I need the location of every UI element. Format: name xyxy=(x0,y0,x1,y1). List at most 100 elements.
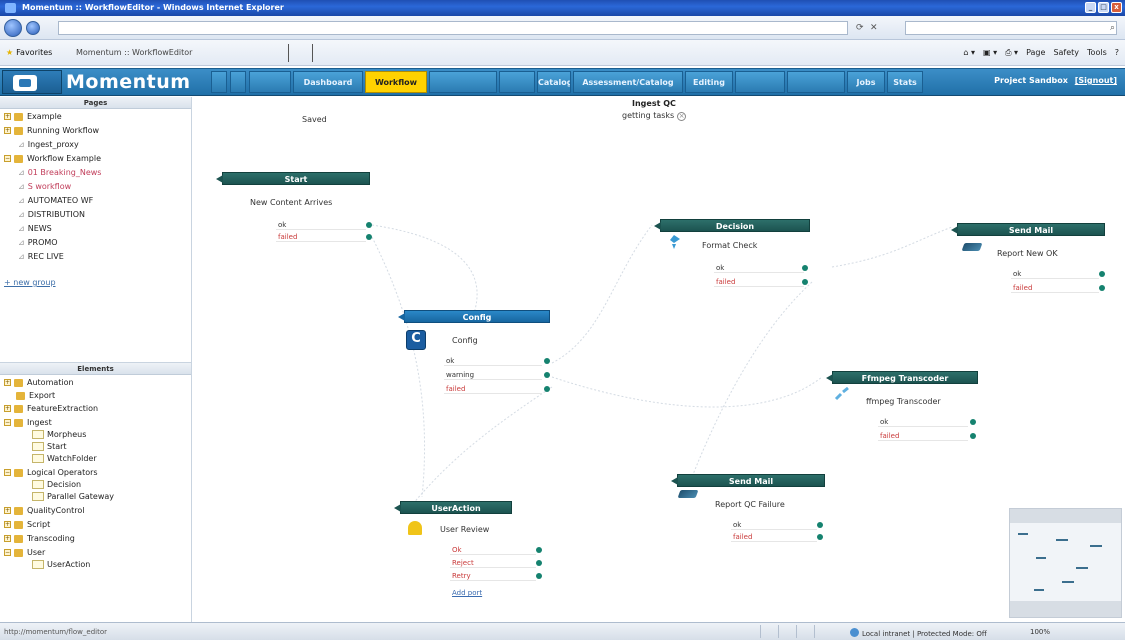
home-icon[interactable]: ⌂ ▾ xyxy=(963,48,975,58)
search-input[interactable] xyxy=(905,21,1117,35)
tree-page-promo[interactable]: ⊿ PROMO xyxy=(18,237,58,249)
node-ffmpeg-transcoder[interactable]: Ffmpeg Transcoder ffmpeg Transcoder ok f… xyxy=(826,371,978,446)
zoom-level[interactable]: 100% xyxy=(1030,628,1050,636)
momentum-logo[interactable] xyxy=(2,70,62,94)
port-connector[interactable] xyxy=(544,386,550,392)
help-icon[interactable]: ? xyxy=(1115,48,1119,58)
port-connector[interactable] xyxy=(536,547,542,553)
port-ok[interactable]: ok xyxy=(878,417,968,427)
collapse-icon[interactable]: − xyxy=(4,549,11,556)
port-connector[interactable] xyxy=(366,234,372,240)
node-header[interactable]: Decision xyxy=(654,219,810,232)
close-icon[interactable]: x xyxy=(1111,2,1122,13)
element-group-ingest[interactable]: − Ingest xyxy=(4,417,52,429)
expand-icon[interactable]: + xyxy=(4,507,11,514)
port-connector[interactable] xyxy=(802,279,808,285)
port-ok[interactable]: Ok xyxy=(450,545,536,555)
tree-page-ingest-proxy[interactable]: ⊿ Ingest_proxy xyxy=(18,139,79,151)
port-failed[interactable]: failed xyxy=(731,532,817,542)
port-ok[interactable]: ok xyxy=(1011,269,1099,279)
nav-button-blank[interactable] xyxy=(735,71,785,93)
port-ok[interactable]: ok xyxy=(444,356,542,366)
node-decision[interactable]: Decision Format Check ok failed xyxy=(654,219,810,294)
stop-icon[interactable]: ✕ xyxy=(870,23,878,33)
tab-catalog[interactable]: Catalog xyxy=(537,71,571,93)
tree-page-automated-wf[interactable]: ⊿ AUTOMATEO WF xyxy=(18,195,93,207)
node-header[interactable]: UserAction xyxy=(394,501,512,514)
tree-page-breaking-news[interactable]: ⊿ 01 Breaking_News xyxy=(18,167,101,179)
node-config[interactable]: Config C Config ok warning failed xyxy=(398,310,550,400)
port-connector[interactable] xyxy=(970,433,976,439)
port-failed[interactable]: failed xyxy=(714,277,804,287)
tab-assessment-catalog[interactable]: Assessment/Catalog xyxy=(573,71,683,93)
node-send-mail-ok[interactable]: Send Mail Report New OK ok failed xyxy=(951,223,1105,298)
element-group-logical-operators[interactable]: − Logical Operators xyxy=(4,467,98,479)
port-failed[interactable]: failed xyxy=(1011,283,1099,293)
port-ok[interactable]: ok xyxy=(731,520,817,530)
nav-button-blank[interactable] xyxy=(429,71,497,93)
port-connector[interactable] xyxy=(1099,285,1105,291)
port-ok[interactable]: ok xyxy=(276,220,366,230)
tab-workflow[interactable]: Workflow xyxy=(365,71,427,93)
forward-icon[interactable] xyxy=(26,21,40,35)
expand-icon[interactable]: + xyxy=(4,113,11,120)
refresh-icon[interactable]: ⟳ xyxy=(856,23,864,33)
collapse-icon[interactable]: − xyxy=(4,419,11,426)
nav-button-blank[interactable] xyxy=(499,71,535,93)
port-failed[interactable]: failed xyxy=(878,431,968,441)
nav-button-blank[interactable] xyxy=(787,71,845,93)
add-port-link[interactable]: Add port xyxy=(452,589,482,597)
element-group-quality-control[interactable]: + QualityControl xyxy=(4,505,85,517)
canvas-minimap[interactable] xyxy=(1009,508,1122,618)
port-connector[interactable] xyxy=(544,358,550,364)
port-warning[interactable]: warning xyxy=(444,370,542,380)
expand-icon[interactable]: + xyxy=(4,521,11,528)
element-morpheus[interactable]: Morpheus xyxy=(32,429,86,441)
port-reject[interactable]: Reject xyxy=(450,558,536,568)
tree-group-workflow-example[interactable]: − Workflow Example xyxy=(4,153,101,165)
favorites-button[interactable]: Favorites xyxy=(6,48,52,57)
port-ok[interactable]: ok xyxy=(714,263,804,273)
tree-page-distribution[interactable]: ⊿ DISTRIBUTION xyxy=(18,209,85,221)
url-field[interactable] xyxy=(58,21,848,35)
port-connector[interactable] xyxy=(817,522,823,528)
collapse-icon[interactable]: − xyxy=(4,469,11,476)
node-header[interactable]: Send Mail xyxy=(671,474,825,487)
port-connector[interactable] xyxy=(817,534,823,540)
collapse-icon[interactable]: − xyxy=(4,155,11,162)
node-header[interactable]: Config xyxy=(398,310,550,323)
workflow-canvas[interactable]: Ingest QC getting tasks × Saved Start New… xyxy=(192,97,1125,622)
expand-icon[interactable]: + xyxy=(4,535,11,542)
port-failed[interactable]: failed xyxy=(276,232,366,242)
node-header[interactable]: Start xyxy=(216,172,370,185)
tree-group-example[interactable]: + Example xyxy=(4,111,62,123)
signout-link[interactable]: [Signout] xyxy=(1075,76,1117,85)
element-start[interactable]: Start xyxy=(32,441,67,453)
page-menu[interactable]: Page xyxy=(1026,48,1045,58)
safety-menu[interactable]: Safety xyxy=(1053,48,1079,58)
element-group-user[interactable]: − User xyxy=(4,547,45,559)
expand-icon[interactable]: + xyxy=(4,127,11,134)
tree-group-running-workflow[interactable]: + Running Workflow xyxy=(4,125,99,137)
port-connector[interactable] xyxy=(544,372,550,378)
node-user-action[interactable]: UserAction User Review Ok Reject Retry A… xyxy=(394,501,548,607)
element-group-feature-extraction[interactable]: + FeatureExtraction xyxy=(4,403,98,415)
element-useraction[interactable]: UserAction xyxy=(32,559,90,571)
search-icon[interactable]: ⌕ xyxy=(1110,23,1115,33)
new-group-link[interactable]: + new group xyxy=(4,277,56,289)
port-connector[interactable] xyxy=(366,222,372,228)
element-parallel-gateway[interactable]: Parallel Gateway xyxy=(32,491,114,503)
port-connector[interactable] xyxy=(970,419,976,425)
tree-page-rec-live[interactable]: ⊿ REC LIVE xyxy=(18,251,64,263)
port-connector[interactable] xyxy=(1099,271,1105,277)
port-failed[interactable]: failed xyxy=(444,384,542,394)
minimize-icon[interactable]: _ xyxy=(1085,2,1096,13)
nav-button-blank[interactable] xyxy=(211,71,227,93)
port-connector[interactable] xyxy=(802,265,808,271)
expand-icon[interactable]: + xyxy=(4,405,11,412)
node-header[interactable]: Send Mail xyxy=(951,223,1105,236)
element-group-script[interactable]: + Script xyxy=(4,519,50,531)
port-retry[interactable]: Retry xyxy=(450,571,536,581)
expand-icon[interactable]: + xyxy=(4,379,11,386)
tab-jobs[interactable]: Jobs xyxy=(847,71,885,93)
